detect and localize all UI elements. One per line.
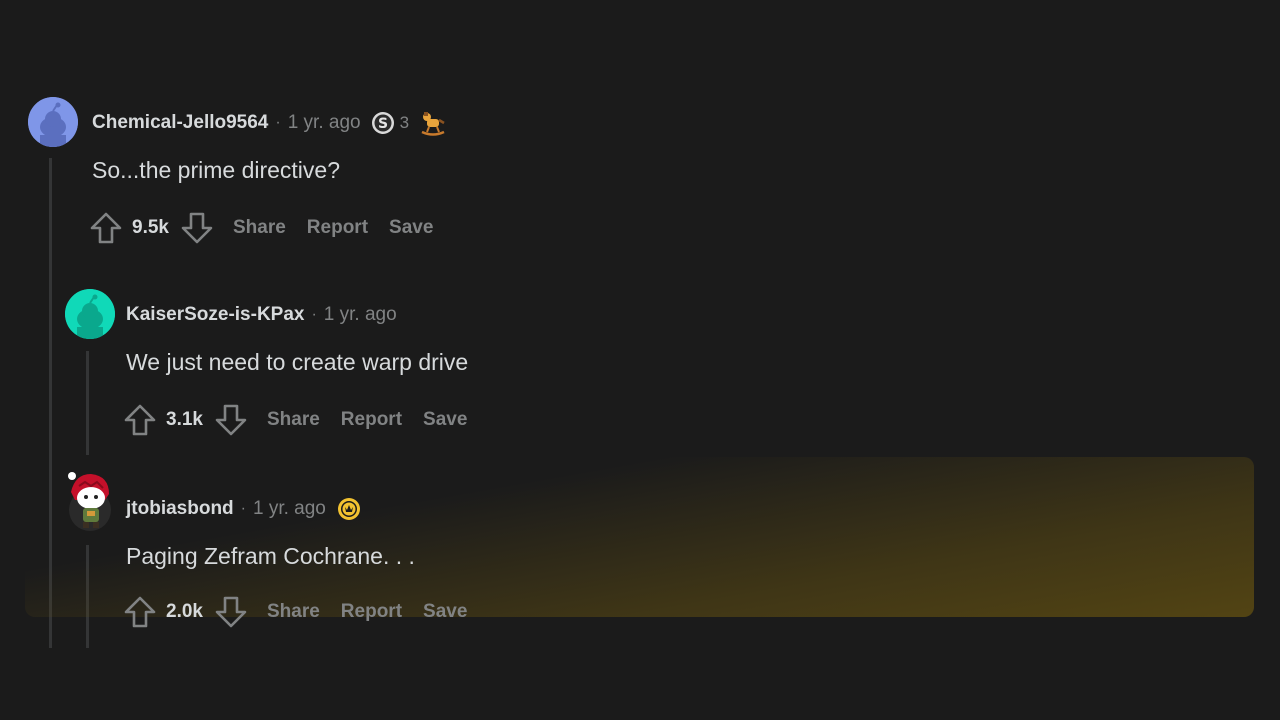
upvote-icon[interactable] bbox=[122, 402, 158, 438]
vote-score: 9.5k bbox=[132, 217, 169, 238]
separator: · bbox=[275, 114, 281, 131]
custom-snoo-avatar-icon bbox=[68, 472, 111, 531]
downvote-icon[interactable] bbox=[213, 402, 249, 438]
snoo-avatar-icon bbox=[65, 289, 115, 339]
report-button[interactable]: Report bbox=[341, 409, 402, 431]
report-button[interactable]: Report bbox=[341, 601, 402, 623]
save-button[interactable]: Save bbox=[389, 217, 433, 239]
avatar[interactable] bbox=[28, 97, 78, 147]
share-button[interactable]: Share bbox=[233, 217, 286, 239]
separator: · bbox=[311, 306, 317, 323]
downvote-icon[interactable] bbox=[179, 210, 215, 246]
thread-line-level-1[interactable] bbox=[49, 158, 52, 648]
username[interactable]: Chemical-Jello9564 bbox=[92, 112, 268, 134]
save-button[interactable]: Save bbox=[423, 601, 467, 623]
comment-meta: Chemical-Jello9564 · 1 yr. ago S 3 bbox=[92, 109, 447, 137]
svg-text:S: S bbox=[378, 116, 388, 132]
report-button[interactable]: Report bbox=[307, 217, 368, 239]
thread-line-level-2-b[interactable] bbox=[86, 545, 89, 648]
comment-body: So...the prime directive? bbox=[92, 157, 341, 183]
upvote-icon[interactable] bbox=[88, 210, 124, 246]
avatar[interactable] bbox=[65, 470, 115, 532]
gold-award-icon[interactable] bbox=[336, 496, 362, 522]
comment-meta: jtobiasbond · 1 yr. ago bbox=[126, 495, 362, 523]
username[interactable]: KaiserSoze-is-KPax bbox=[126, 304, 304, 326]
rocking-horse-award-icon[interactable] bbox=[419, 109, 447, 137]
avatar[interactable] bbox=[65, 289, 115, 339]
share-button[interactable]: Share bbox=[267, 601, 320, 623]
save-button[interactable]: Save bbox=[423, 409, 467, 431]
vote-score: 2.0k bbox=[166, 601, 203, 622]
timestamp[interactable]: 1 yr. ago bbox=[324, 304, 397, 326]
timestamp[interactable]: 1 yr. ago bbox=[288, 112, 361, 134]
vote-score: 3.1k bbox=[166, 409, 203, 430]
snoo-avatar-icon bbox=[28, 97, 78, 147]
comment-body: We just need to create warp drive bbox=[126, 349, 469, 375]
comment-body: Paging Zefram Cochrane. . . bbox=[126, 543, 415, 569]
username[interactable]: jtobiasbond bbox=[126, 498, 234, 520]
separator: · bbox=[240, 500, 246, 517]
silver-award-icon[interactable]: S bbox=[371, 111, 395, 135]
comment-thread: Chemical-Jello9564 · 1 yr. ago S 3 So...… bbox=[0, 0, 1280, 720]
comment-actions: 2.0k Share Report Save bbox=[122, 592, 467, 632]
comment-actions: 9.5k Share Report Save bbox=[88, 208, 433, 248]
timestamp[interactable]: 1 yr. ago bbox=[253, 498, 326, 520]
award-count: 3 bbox=[399, 113, 410, 132]
downvote-icon[interactable] bbox=[213, 594, 249, 630]
thread-line-level-2-a[interactable] bbox=[86, 351, 89, 455]
upvote-icon[interactable] bbox=[122, 594, 158, 630]
comment-actions: 3.1k Share Report Save bbox=[122, 400, 467, 440]
comment-meta: KaiserSoze-is-KPax · 1 yr. ago bbox=[126, 301, 397, 329]
share-button[interactable]: Share bbox=[267, 409, 320, 431]
